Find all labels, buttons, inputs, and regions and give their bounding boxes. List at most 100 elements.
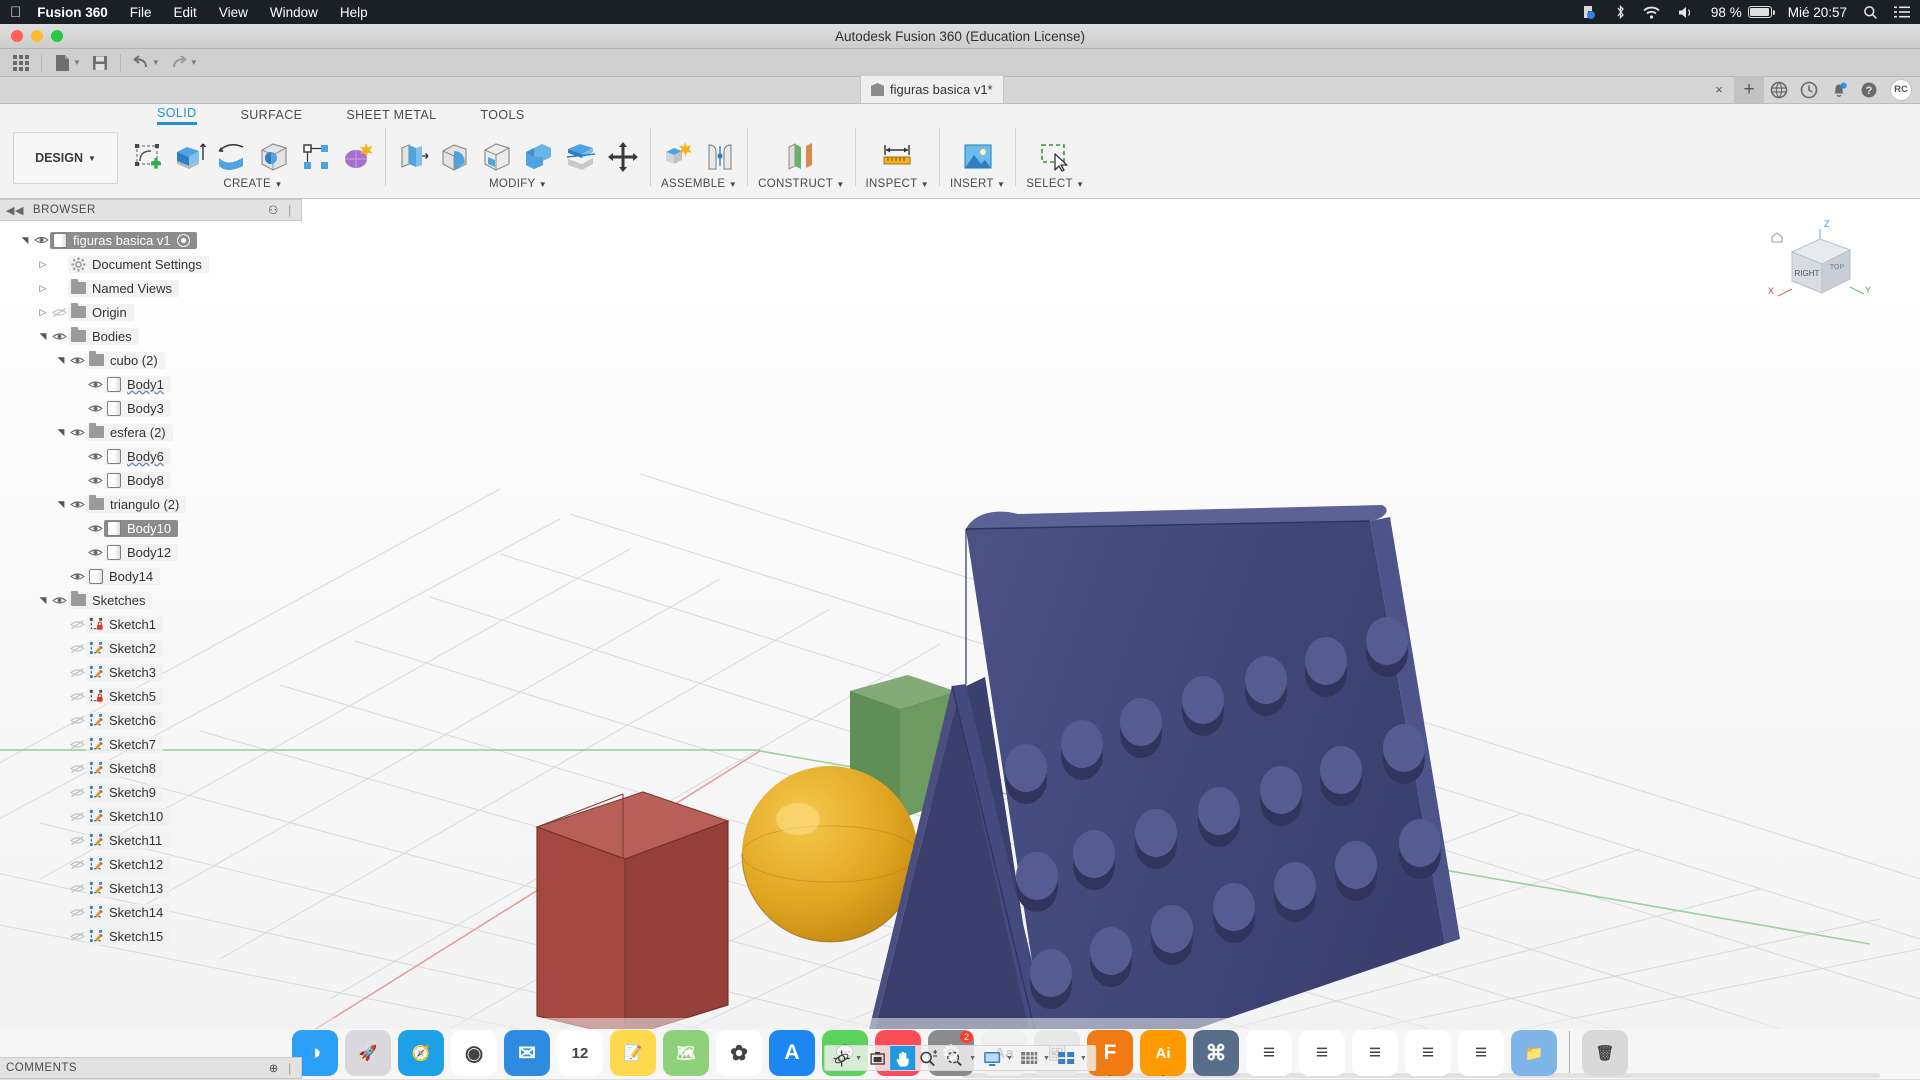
offset-plane-icon[interactable] <box>784 140 818 174</box>
visibility-eye-icon[interactable] <box>68 859 86 870</box>
photos-icon[interactable]: ✿ <box>716 1030 762 1076</box>
visibility-eye-icon[interactable] <box>68 571 86 582</box>
activate-component-radio[interactable] <box>176 233 190 247</box>
collapse-arrow-icon[interactable]: ◥ <box>36 331 50 342</box>
tree-node-body10[interactable]: Body10 <box>0 516 302 540</box>
new-file-dropdown-caret[interactable]: ▼ <box>73 58 81 67</box>
visibility-eye-icon[interactable] <box>68 643 86 654</box>
screenshot-icon[interactable]: ⌘ <box>1193 1030 1239 1076</box>
bluetooth-icon[interactable] <box>1615 4 1626 20</box>
tree-node-chip[interactable]: Sketch15 <box>86 927 171 945</box>
menu-file[interactable]: File <box>130 5 152 20</box>
zoom-icon[interactable] <box>916 1046 941 1070</box>
help-globe-icon[interactable] <box>1764 76 1794 103</box>
sweep-icon[interactable] <box>257 140 291 174</box>
shell-icon[interactable] <box>480 140 514 174</box>
grid-dropdown-caret[interactable]: ▼ <box>1043 1055 1050 1062</box>
user-avatar[interactable]: RC <box>1890 78 1912 101</box>
tree-node-chip[interactable]: Body3 <box>104 399 171 417</box>
tree-node-sketch7[interactable]: Sketch7 <box>0 732 302 756</box>
tree-node-sketch12[interactable]: Sketch12 <box>0 852 302 876</box>
tree-node-chip[interactable]: Body10 <box>104 519 179 537</box>
trash-icon[interactable]: 🗑 <box>1582 1030 1628 1076</box>
document-icon[interactable]: ≡ <box>1458 1030 1504 1076</box>
tree-node-chip[interactable]: cubo (2) <box>86 351 165 369</box>
visibility-eye-icon[interactable] <box>86 403 104 414</box>
chrome-icon[interactable]: ◉ <box>451 1030 497 1076</box>
help-icon[interactable]: ? <box>1854 76 1884 103</box>
menu-edit[interactable]: Edit <box>174 5 197 20</box>
tree-node-bodies[interactable]: ◥ Bodies <box>0 324 302 348</box>
visibility-eye-icon[interactable] <box>68 667 86 678</box>
tree-node-document-settings[interactable]: ▷ Document Settings <box>0 252 302 276</box>
tab-surface[interactable]: SURFACE <box>219 108 325 122</box>
orbit-dropdown-caret[interactable]: ▼ <box>855 1055 862 1062</box>
tree-node-sketch8[interactable]: Sketch8 <box>0 756 302 780</box>
redo-dropdown-caret[interactable]: ▼ <box>190 58 198 67</box>
tree-node-body3[interactable]: Body3 <box>0 396 302 420</box>
tree-node-body8[interactable]: Body8 <box>0 468 302 492</box>
launchpad-icon[interactable]: 🚀 <box>345 1030 391 1076</box>
mail-icon[interactable]: ✉ <box>504 1030 550 1076</box>
calendar-icon[interactable]: 12 <box>557 1030 603 1076</box>
tree-node-sketch14[interactable]: Sketch14 <box>0 900 302 924</box>
save-icon[interactable] <box>87 52 113 74</box>
collapse-panel-icon[interactable]: ◀◀ <box>6 204 24 217</box>
visibility-eye-icon[interactable] <box>86 523 104 534</box>
visibility-eye-icon[interactable] <box>50 307 68 318</box>
tree-node-triangulo-2[interactable]: ◥ triangulo (2) <box>0 492 302 516</box>
illustrator-icon[interactable]: Ai <box>1140 1030 1186 1076</box>
tree-node-root[interactable]: ◥ figuras basica v1 <box>0 228 302 252</box>
tree-node-chip[interactable]: Sketch5 <box>86 687 163 705</box>
visibility-eye-icon[interactable] <box>68 499 86 510</box>
document-icon[interactable]: ≡ <box>1246 1030 1292 1076</box>
tree-node-chip[interactable]: Sketch9 <box>86 783 163 801</box>
battery-icon[interactable] <box>1747 6 1775 18</box>
tree-node-sketch10[interactable]: Sketch10 <box>0 804 302 828</box>
visibility-eye-icon[interactable] <box>68 883 86 894</box>
tab-solid[interactable]: SOLID <box>135 106 219 125</box>
creative-cloud-icon[interactable] <box>1582 5 1599 20</box>
expand-arrow-icon[interactable]: ▷ <box>36 307 50 318</box>
tree-node-chip[interactable]: Sketch12 <box>86 855 171 873</box>
visibility-eye-icon[interactable] <box>68 355 86 366</box>
notifications-icon[interactable] <box>1824 76 1854 103</box>
joint-icon[interactable] <box>703 140 737 174</box>
workspace-switcher[interactable]: DESIGN ▼ <box>13 132 118 184</box>
pattern-icon[interactable] <box>299 140 333 174</box>
create-form-icon[interactable] <box>341 140 375 174</box>
tree-node-chip[interactable]: Body1 <box>104 375 171 393</box>
safari-icon[interactable]: 🧭 <box>398 1030 444 1076</box>
viewports-icon[interactable] <box>1054 1046 1078 1070</box>
spotlight-search-icon[interactable] <box>1863 5 1878 20</box>
display-dropdown-caret[interactable]: ▼ <box>1006 1055 1013 1062</box>
tree-node-chip[interactable]: Sketches <box>68 591 153 609</box>
visibility-eye-icon[interactable] <box>68 787 86 798</box>
menubar-clock[interactable]: Mié 20:57 <box>1788 5 1847 20</box>
collapse-arrow-icon[interactable]: ◥ <box>54 427 68 438</box>
split-body-icon[interactable] <box>564 140 598 174</box>
collapse-arrow-icon[interactable]: ◥ <box>36 595 50 606</box>
expand-arrow-icon[interactable]: ▷ <box>36 283 50 294</box>
apple-logo-icon[interactable]:  <box>10 4 21 21</box>
visibility-eye-icon[interactable] <box>68 619 86 630</box>
visibility-eye-icon[interactable] <box>68 763 86 774</box>
visibility-eye-icon[interactable] <box>86 475 104 486</box>
tree-node-chip[interactable]: triangulo (2) <box>86 495 187 513</box>
tree-node-sketch1[interactable]: Sketch1 <box>0 612 302 636</box>
tree-node-chip[interactable]: Body8 <box>104 471 171 489</box>
new-component-icon[interactable] <box>661 140 695 174</box>
visibility-eye-icon[interactable] <box>86 379 104 390</box>
visibility-eye-icon[interactable] <box>68 739 86 750</box>
tree-node-sketch15[interactable]: Sketch15 <box>0 924 302 948</box>
document-icon[interactable]: ≡ <box>1352 1030 1398 1076</box>
tree-node-chip[interactable]: Body12 <box>104 543 179 561</box>
redo-icon[interactable] <box>166 52 192 74</box>
create-sketch-icon[interactable] <box>131 140 165 174</box>
undo-icon[interactable] <box>128 52 154 74</box>
tree-node-named-views[interactable]: ▷ Named Views <box>0 276 302 300</box>
select-window-icon[interactable] <box>1038 140 1072 174</box>
new-file-icon[interactable] <box>49 52 75 74</box>
combine-icon[interactable] <box>522 140 556 174</box>
collapse-arrow-icon[interactable]: ◥ <box>54 355 68 366</box>
